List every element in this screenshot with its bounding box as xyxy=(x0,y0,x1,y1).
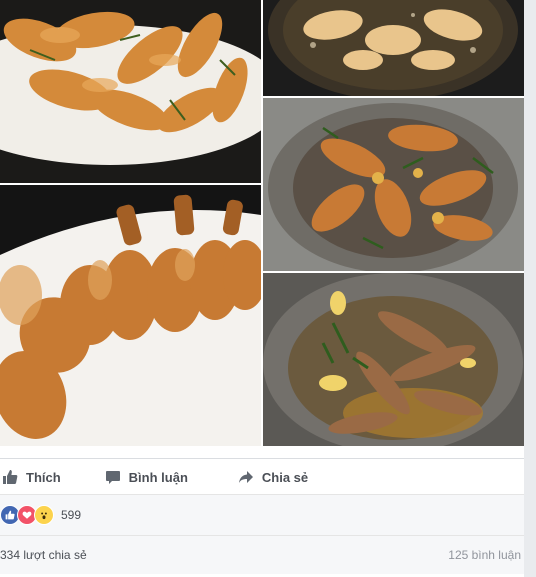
like-button[interactable]: Thích xyxy=(0,459,71,495)
photo-wings-lemongrass-bowl[interactable] xyxy=(263,273,524,446)
share-count-link[interactable]: 334 lượt chia sẻ xyxy=(0,548,87,562)
page-background-edge xyxy=(524,0,536,577)
share-label: Chia sẻ xyxy=(261,469,309,485)
photo-frying-oil[interactable] xyxy=(263,0,524,96)
like-label: Thích xyxy=(26,469,61,485)
photo-fried-wings-plate[interactable] xyxy=(0,0,261,183)
photo-wings-bowl-sauce[interactable] xyxy=(263,98,524,271)
comment-count-link[interactable]: 125 bình luận xyxy=(448,548,521,562)
post-action-bar: Thích Bình luận Chia sẻ xyxy=(0,458,524,495)
photo-drumettes-plate[interactable] xyxy=(0,185,261,446)
post-stats: 334 lượt chia sẻ 125 bình luận xyxy=(0,535,524,574)
reaction-count: 599 xyxy=(61,508,82,522)
wow-reaction-icon xyxy=(34,505,54,525)
reaction-icons xyxy=(0,505,54,525)
reactions-summary[interactable]: 599 xyxy=(0,494,524,535)
share-button[interactable]: Chia sẻ xyxy=(236,459,318,495)
thumbs-up-icon xyxy=(0,467,20,487)
comment-icon xyxy=(103,467,123,487)
comment-label: Bình luận xyxy=(128,469,188,485)
post-card: Thích Bình luận Chia sẻ 599 334 lượt chi… xyxy=(0,0,524,577)
comment-button[interactable]: Bình luận xyxy=(103,459,198,495)
share-arrow-icon xyxy=(236,467,256,487)
